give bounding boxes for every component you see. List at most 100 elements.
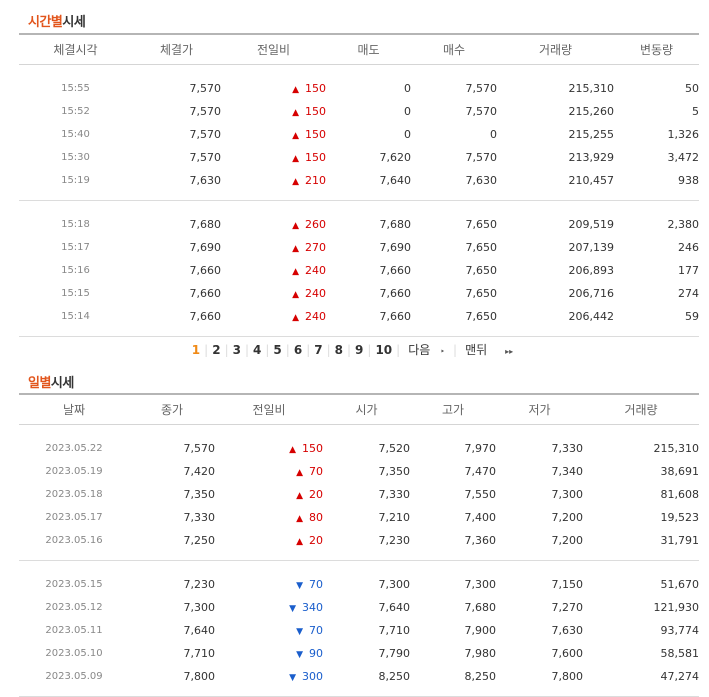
- high-cell: 8,250: [464, 670, 497, 683]
- change-value: 150: [305, 151, 326, 164]
- change-cell: ▼ 70: [215, 573, 323, 596]
- volume-cell: 38,691: [660, 465, 700, 478]
- sell-cell: 7,660: [379, 310, 412, 323]
- volume-cell: 215,255: [568, 128, 615, 141]
- open-cell: 7,210: [378, 511, 411, 524]
- sell-cell: 7,620: [379, 151, 412, 164]
- price-cell: 7,570: [189, 151, 222, 164]
- open-cell: 8,250: [378, 670, 411, 683]
- date-cell: 2023.05.19: [45, 466, 103, 477]
- volume-cell: 215,310: [653, 442, 700, 455]
- page-link[interactable]: 5: [269, 343, 285, 357]
- change-value: 240: [305, 264, 326, 277]
- next-page-link[interactable]: 다음 ‣: [400, 341, 453, 358]
- up-arrow-icon: ▲: [292, 290, 299, 300]
- open-cell: 7,330: [378, 488, 411, 501]
- high-cell: 7,400: [464, 511, 497, 524]
- change-cell: ▲ 150: [221, 146, 326, 169]
- delta-cell: 1,326: [667, 128, 700, 141]
- date-cell: 2023.05.09: [45, 671, 103, 682]
- table-row: 15:14 7,660 ▲ 240 7,660 7,650 206,442 59: [19, 305, 699, 328]
- buy-cell: 7,630: [465, 174, 498, 187]
- table-row: 15:16 7,660 ▲ 240 7,660 7,650 206,893 177: [19, 259, 699, 282]
- open-cell: 7,350: [378, 465, 411, 478]
- daily-table-body: 2023.05.22 7,570 ▲ 150 7,520 7,970 7,330 215,31…: [19, 425, 699, 697]
- open-cell: 7,790: [378, 647, 411, 660]
- col-header: 변동량: [614, 33, 699, 65]
- page-link[interactable]: 6: [290, 343, 306, 357]
- col-header: 종가: [129, 393, 215, 425]
- table-row: 15:15 7,660 ▲ 240 7,660 7,650 206,716 274: [19, 282, 699, 305]
- time-cell: 15:14: [61, 311, 90, 322]
- low-cell: 7,340: [551, 465, 584, 478]
- page-link[interactable]: 2: [208, 343, 224, 357]
- change-value: 150: [305, 82, 326, 95]
- next-arrow-icon: ‣: [440, 347, 446, 356]
- page-link[interactable]: 8: [331, 343, 347, 357]
- close-cell: 7,800: [183, 670, 216, 683]
- up-arrow-icon: ▲: [296, 468, 303, 478]
- price-cell: 7,660: [189, 287, 222, 300]
- daily-price-table: 날짜 종가 전일비 시가 고가 저가 거래량 2023.05.22 7,570 ▲ 1…: [19, 393, 699, 697]
- change-value: 270: [305, 241, 326, 254]
- page-link[interactable]: 9: [351, 343, 367, 357]
- price-cell: 7,660: [189, 310, 222, 323]
- buy-cell: 7,570: [465, 105, 498, 118]
- col-header: 체결시각: [19, 33, 132, 65]
- page-link[interactable]: 3: [229, 343, 245, 357]
- time-table-body: 15:55 7,570 ▲ 150 0 7,570 215,310 50 15:52 7,570 ▲…: [19, 65, 699, 337]
- up-arrow-icon: ▲: [289, 445, 296, 455]
- change-cell: ▼ 70: [215, 619, 323, 642]
- change-value: 80: [309, 511, 323, 524]
- daily-title-highlight: 일별: [28, 376, 51, 391]
- col-header: 전일비: [221, 33, 326, 65]
- close-cell: 7,330: [183, 511, 216, 524]
- time-cell: 15:18: [61, 219, 90, 230]
- change-value: 240: [305, 287, 326, 300]
- last-page-link[interactable]: 맨뒤 ▸▸: [457, 341, 521, 358]
- change-value: 340: [302, 601, 323, 614]
- change-value: 70: [309, 624, 323, 637]
- close-cell: 7,570: [183, 442, 216, 455]
- change-cell: ▼ 300: [215, 665, 323, 688]
- close-cell: 7,420: [183, 465, 216, 478]
- change-cell: ▼ 90: [215, 642, 323, 665]
- date-cell: 2023.05.11: [45, 625, 103, 636]
- change-cell: ▲ 150: [221, 123, 326, 146]
- table-row: 2023.05.12 7,300 ▼ 340 7,640 7,680 7,270 121,93…: [19, 596, 699, 619]
- table-header-row: 날짜 종가 전일비 시가 고가 저가 거래량: [19, 393, 699, 425]
- buy-cell: 7,570: [465, 151, 498, 164]
- date-cell: 2023.05.22: [45, 443, 103, 454]
- time-cell: 15:55: [61, 83, 90, 94]
- volume-cell: 209,519: [568, 218, 615, 231]
- page-link[interactable]: 10: [371, 343, 396, 357]
- delta-cell: 3,472: [667, 151, 700, 164]
- next-label: 다음: [408, 343, 431, 357]
- up-arrow-icon: ▲: [292, 108, 299, 118]
- price-cell: 7,680: [189, 218, 222, 231]
- volume-cell: 93,774: [660, 624, 700, 637]
- high-cell: 7,550: [464, 488, 497, 501]
- date-cell: 2023.05.16: [45, 535, 103, 546]
- col-header: 날짜: [19, 393, 129, 425]
- high-cell: 7,360: [464, 534, 497, 547]
- change-cell: ▲ 210: [221, 169, 326, 192]
- time-cell: 15:17: [61, 242, 90, 253]
- buy-cell: 7,650: [465, 287, 498, 300]
- page-link-current[interactable]: 1: [188, 343, 204, 357]
- last-arrow-icon: ▸▸: [505, 347, 514, 356]
- page-link[interactable]: 7: [310, 343, 326, 357]
- volume-cell: 51,670: [660, 578, 700, 591]
- close-cell: 7,230: [183, 578, 216, 591]
- high-cell: 7,680: [464, 601, 497, 614]
- change-cell: ▲ 150: [221, 100, 326, 123]
- sell-cell: 0: [404, 128, 411, 141]
- open-cell: 7,230: [378, 534, 411, 547]
- time-cell: 15:19: [61, 175, 90, 186]
- sell-cell: 7,660: [379, 264, 412, 277]
- high-cell: 7,970: [464, 442, 497, 455]
- page-link[interactable]: 4: [249, 343, 265, 357]
- table-row: 2023.05.19 7,420 ▲ 70 7,350 7,470 7,340 38,691: [19, 460, 699, 483]
- change-cell: ▲ 240: [221, 305, 326, 328]
- table-row: 15:19 7,630 ▲ 210 7,640 7,630 210,457 938: [19, 169, 699, 192]
